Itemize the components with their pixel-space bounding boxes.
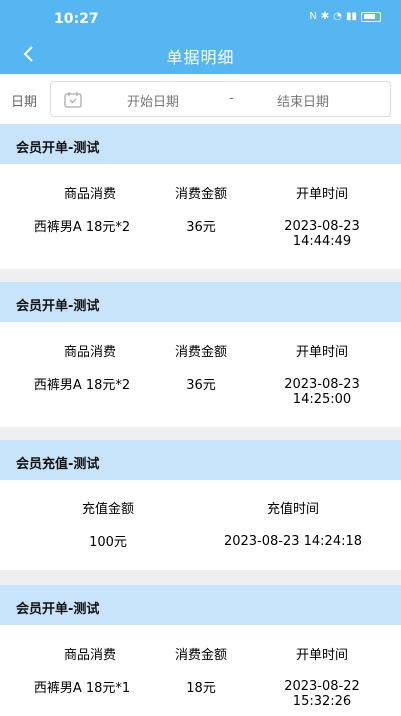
column-header: 消费金额 <box>174 648 227 663</box>
date-filter: 日期 开始日期 - 结束日期 <box>0 74 401 124</box>
status-bar: 10:27 N ✱ ◔ ▮▮ <box>0 0 401 36</box>
bluetooth-icon: ✱ <box>320 11 330 22</box>
signal-icon: ▮▮ <box>345 11 357 22</box>
column-header: 充值时间 <box>266 502 319 517</box>
column-header: 开单时间 <box>295 187 348 202</box>
start-date-field[interactable]: 开始日期 <box>127 91 179 110</box>
time-date-value: 2023-08-23 <box>284 377 360 392</box>
page-title: 单据明细 <box>166 48 235 67</box>
app-header: 10:27 N ✱ ◔ ▮▮ 单据明细 <box>0 0 401 74</box>
column-header: 消费金额 <box>174 187 227 202</box>
column-header: 消费金额 <box>174 345 227 360</box>
column-header: 开单时间 <box>295 345 348 360</box>
record-title: 会员开单-测试 <box>0 124 401 164</box>
time-date-value: 2023-08-23 <box>284 219 360 234</box>
record-card[interactable]: 会员开单-测试 商品消费 消费金额 开单时间 西裤男A 18元*2 36元 20… <box>0 282 401 427</box>
product-value: 西裤男A 18元*1 <box>33 681 131 696</box>
amount-value: 36元 <box>186 378 216 393</box>
time-date-value: 2023-08-22 <box>284 679 360 694</box>
product-value: 西裤男A 18元*2 <box>33 220 131 235</box>
recharge-amount-value: 100元 <box>89 535 127 550</box>
column-header: 充值金额 <box>81 502 134 517</box>
battery-icon <box>361 11 381 22</box>
time-clock-value: 15:32:26 <box>292 694 352 709</box>
nfc-icon: N <box>309 11 317 22</box>
column-header: 商品消费 <box>63 187 116 202</box>
time-clock-value: 14:44:49 <box>292 234 352 249</box>
amount-value: 36元 <box>186 220 216 235</box>
recharge-time-value: 2023-08-23 14:24:18 <box>223 534 363 549</box>
end-date-field[interactable]: 结束日期 <box>277 91 329 110</box>
status-time: 10:27 <box>54 11 99 27</box>
recharge-card[interactable]: 会员充值-测试 充值金额 充值时间 100元 2023-08-23 14:24:… <box>0 440 401 570</box>
status-icons: N ✱ ◔ ▮▮ <box>309 11 381 22</box>
column-header: 开单时间 <box>295 648 348 663</box>
time-clock-value: 14:25:00 <box>292 392 352 407</box>
column-header: 商品消费 <box>63 648 116 663</box>
record-title: 会员开单-测试 <box>0 282 401 322</box>
column-header: 商品消费 <box>63 345 116 360</box>
amount-value: 18元 <box>186 681 216 696</box>
calendar-icon <box>64 92 82 108</box>
record-title: 会员开单-测试 <box>0 585 401 625</box>
date-separator: - <box>229 91 234 106</box>
wifi-icon: ◔ <box>333 11 342 22</box>
date-label: 日期 <box>11 95 38 110</box>
date-range-picker[interactable]: 开始日期 - 结束日期 <box>50 81 391 117</box>
product-value: 西裤男A 18元*2 <box>33 378 131 393</box>
navigation-bar: 单据明细 <box>0 36 401 74</box>
record-card[interactable]: 会员开单-测试 商品消费 消费金额 开单时间 西裤男A 18元*2 36元 20… <box>0 124 401 269</box>
record-card[interactable]: 会员开单-测试 商品消费 消费金额 开单时间 西裤男A 18元*1 18元 20… <box>0 585 401 716</box>
record-title: 会员充值-测试 <box>0 440 401 480</box>
